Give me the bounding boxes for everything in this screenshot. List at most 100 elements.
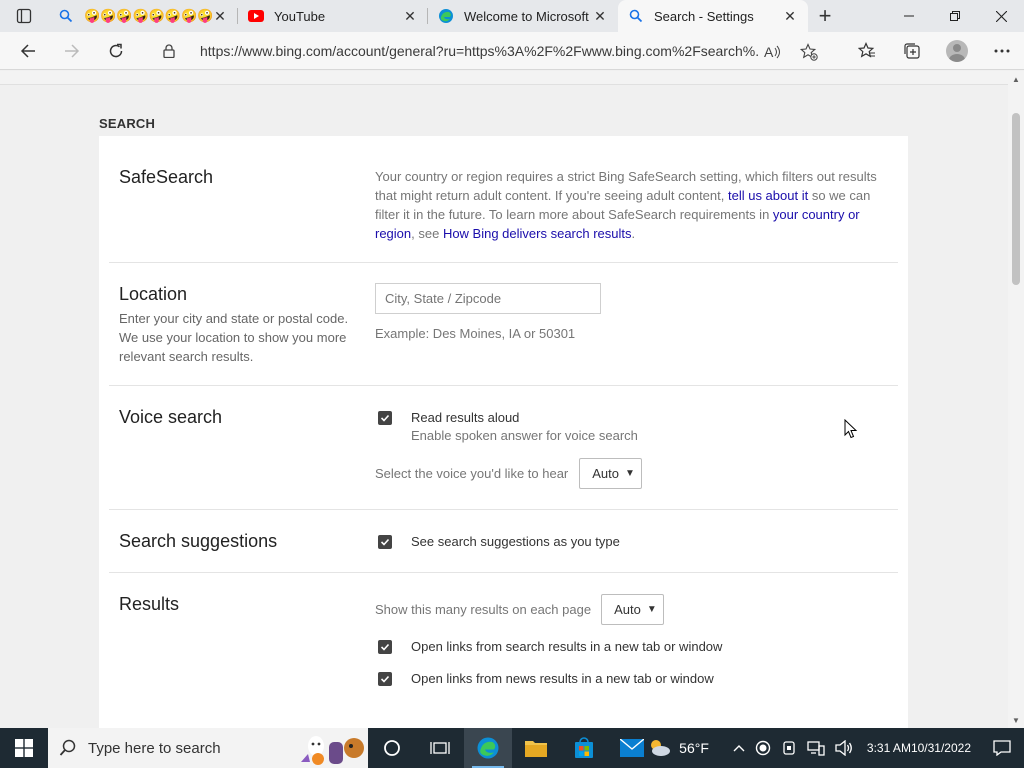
voice-select[interactable]: Auto ▼ xyxy=(579,458,642,489)
read-aloud-checkbox[interactable] xyxy=(378,411,392,425)
search-icon xyxy=(628,8,644,24)
vertical-scrollbar[interactable]: ▲ ▼ xyxy=(1008,71,1024,728)
suggestions-label: See search suggestions as you type xyxy=(411,534,620,549)
notifications-button[interactable] xyxy=(980,728,1024,768)
taskbar-search-box[interactable]: Type here to search xyxy=(48,728,368,768)
new-tab-button[interactable]: + xyxy=(808,0,842,32)
close-window-button[interactable] xyxy=(978,0,1024,32)
close-tab-icon[interactable]: ✕ xyxy=(212,8,228,24)
favorites-button[interactable] xyxy=(844,32,889,70)
voice-search-row: Voice search Read results aloud Enable s… xyxy=(109,386,898,510)
close-tab-icon[interactable]: ✕ xyxy=(782,8,798,24)
tray-device-icon[interactable] xyxy=(776,728,802,768)
tab-edge-welcome[interactable]: Welcome to Microsoft Edge ✕ xyxy=(428,0,618,32)
mouse-cursor-icon xyxy=(844,419,858,439)
restore-icon xyxy=(950,11,960,21)
url-text[interactable]: https://www.bing.com/account/general?ru=… xyxy=(200,43,760,59)
system-tray: 56°F 3:31 AM 10/31/2022 xyxy=(642,728,1024,768)
tab-youtube[interactable]: YouTube ✕ xyxy=(238,0,428,32)
location-input[interactable] xyxy=(375,283,601,314)
suggestions-option: See search suggestions as you type xyxy=(375,533,620,550)
tell-us-link[interactable]: tell us about it xyxy=(728,188,808,203)
store-icon xyxy=(575,737,593,758)
volume-icon[interactable] xyxy=(830,728,858,768)
tab-actions-button[interactable] xyxy=(0,0,48,32)
settings-more-button[interactable] xyxy=(979,32,1024,70)
forward-button[interactable] xyxy=(50,32,94,70)
location-title: Location xyxy=(119,284,188,304)
chevron-down-icon: ▼ xyxy=(625,468,635,479)
close-tab-icon[interactable]: ✕ xyxy=(402,8,418,24)
avatar xyxy=(945,40,968,62)
show-hidden-icons-button[interactable] xyxy=(728,728,750,768)
section-heading: SEARCH xyxy=(99,116,156,131)
safesearch-title: SafeSearch xyxy=(119,167,214,187)
settings-card: SafeSearch Your country or region requir… xyxy=(99,136,908,728)
refresh-button[interactable] xyxy=(94,32,138,70)
voice-select-line: Select the voice you'd like to hear Auto… xyxy=(375,458,642,489)
tab-emoji[interactable]: 🤪🤪🤪🤪🤪🤪🤪🤪🤪 ✕ xyxy=(48,0,238,32)
results-select-value: Auto xyxy=(614,602,641,617)
results-row: Results Show this many results on each p… xyxy=(109,573,898,728)
tab-actions-icon xyxy=(16,8,32,24)
tab-title: Welcome to Microsoft Edge xyxy=(464,8,592,24)
collections-button[interactable] xyxy=(889,32,934,70)
search-icon xyxy=(48,739,88,757)
checkmark-icon xyxy=(380,414,390,422)
more-icon xyxy=(994,49,1009,53)
lock-icon[interactable] xyxy=(156,44,182,58)
tray-record-icon[interactable] xyxy=(750,728,776,768)
close-tab-icon[interactable]: ✕ xyxy=(592,8,608,24)
safesearch-text: , see xyxy=(411,226,443,241)
cortana-icon xyxy=(384,740,400,756)
toolbar-right xyxy=(844,32,1024,70)
file-explorer-button[interactable] xyxy=(512,728,560,768)
tab-title: Search - Settings xyxy=(654,8,754,24)
scroll-down-icon[interactable]: ▼ xyxy=(1011,715,1021,725)
youtube-icon xyxy=(248,8,264,24)
new-tab-search-checkbox[interactable] xyxy=(378,640,392,654)
header-edge xyxy=(0,71,1008,85)
forward-arrow-icon xyxy=(65,43,80,58)
mail-icon xyxy=(620,739,644,757)
back-arrow-icon xyxy=(20,43,35,58)
task-view-button[interactable] xyxy=(416,728,464,768)
search-suggestions-title: Search suggestions xyxy=(119,531,278,551)
profile-button[interactable] xyxy=(934,32,979,70)
restore-button[interactable] xyxy=(932,0,978,32)
new-tab-news-checkbox[interactable] xyxy=(378,672,392,686)
collections-icon xyxy=(903,43,920,59)
plus-icon: + xyxy=(818,3,832,28)
checkmark-icon xyxy=(380,675,390,683)
clock[interactable]: 3:31 AM 10/31/2022 xyxy=(858,728,980,768)
scrollbar-thumb[interactable] xyxy=(1012,113,1020,285)
svg-text:A: A xyxy=(764,44,774,60)
windows-logo-icon xyxy=(15,739,33,757)
read-aloud-label: Read results aloud xyxy=(411,410,520,425)
network-icon[interactable] xyxy=(802,728,830,768)
task-view-button[interactable] xyxy=(368,728,416,768)
read-aloud-icon[interactable]: A xyxy=(762,41,784,63)
read-aloud-sublabel: Enable spoken answer for voice search xyxy=(411,428,638,443)
how-bing-delivers-link[interactable]: How Bing delivers search results xyxy=(443,226,632,241)
tab-search-settings[interactable]: Search - Settings ✕ xyxy=(618,0,808,32)
notification-icon xyxy=(993,740,1011,756)
new-tab-news-label: Open links from news results in a new ta… xyxy=(411,671,714,686)
favorites-icon xyxy=(857,42,875,58)
checkmark-icon xyxy=(380,643,390,651)
start-button[interactable] xyxy=(0,728,48,768)
minimize-button[interactable] xyxy=(886,0,932,32)
address-bar[interactable]: https://www.bing.com/account/general?ru=… xyxy=(148,35,828,67)
suggestions-checkbox[interactable] xyxy=(378,535,392,549)
edge-taskbar-button[interactable] xyxy=(464,728,512,768)
weather-widget[interactable]: 56°F xyxy=(642,728,714,768)
scroll-up-icon[interactable]: ▲ xyxy=(1011,74,1021,84)
back-button[interactable] xyxy=(6,32,50,70)
microsoft-store-button[interactable] xyxy=(560,728,608,768)
results-count-select[interactable]: Auto ▼ xyxy=(601,594,664,625)
results-select-label: Show this many results on each page xyxy=(375,602,592,617)
task-view-icon xyxy=(430,742,450,754)
minimize-icon xyxy=(904,15,914,17)
add-favorite-icon[interactable] xyxy=(798,41,820,63)
location-description: Enter your city and state or postal code… xyxy=(119,311,349,364)
